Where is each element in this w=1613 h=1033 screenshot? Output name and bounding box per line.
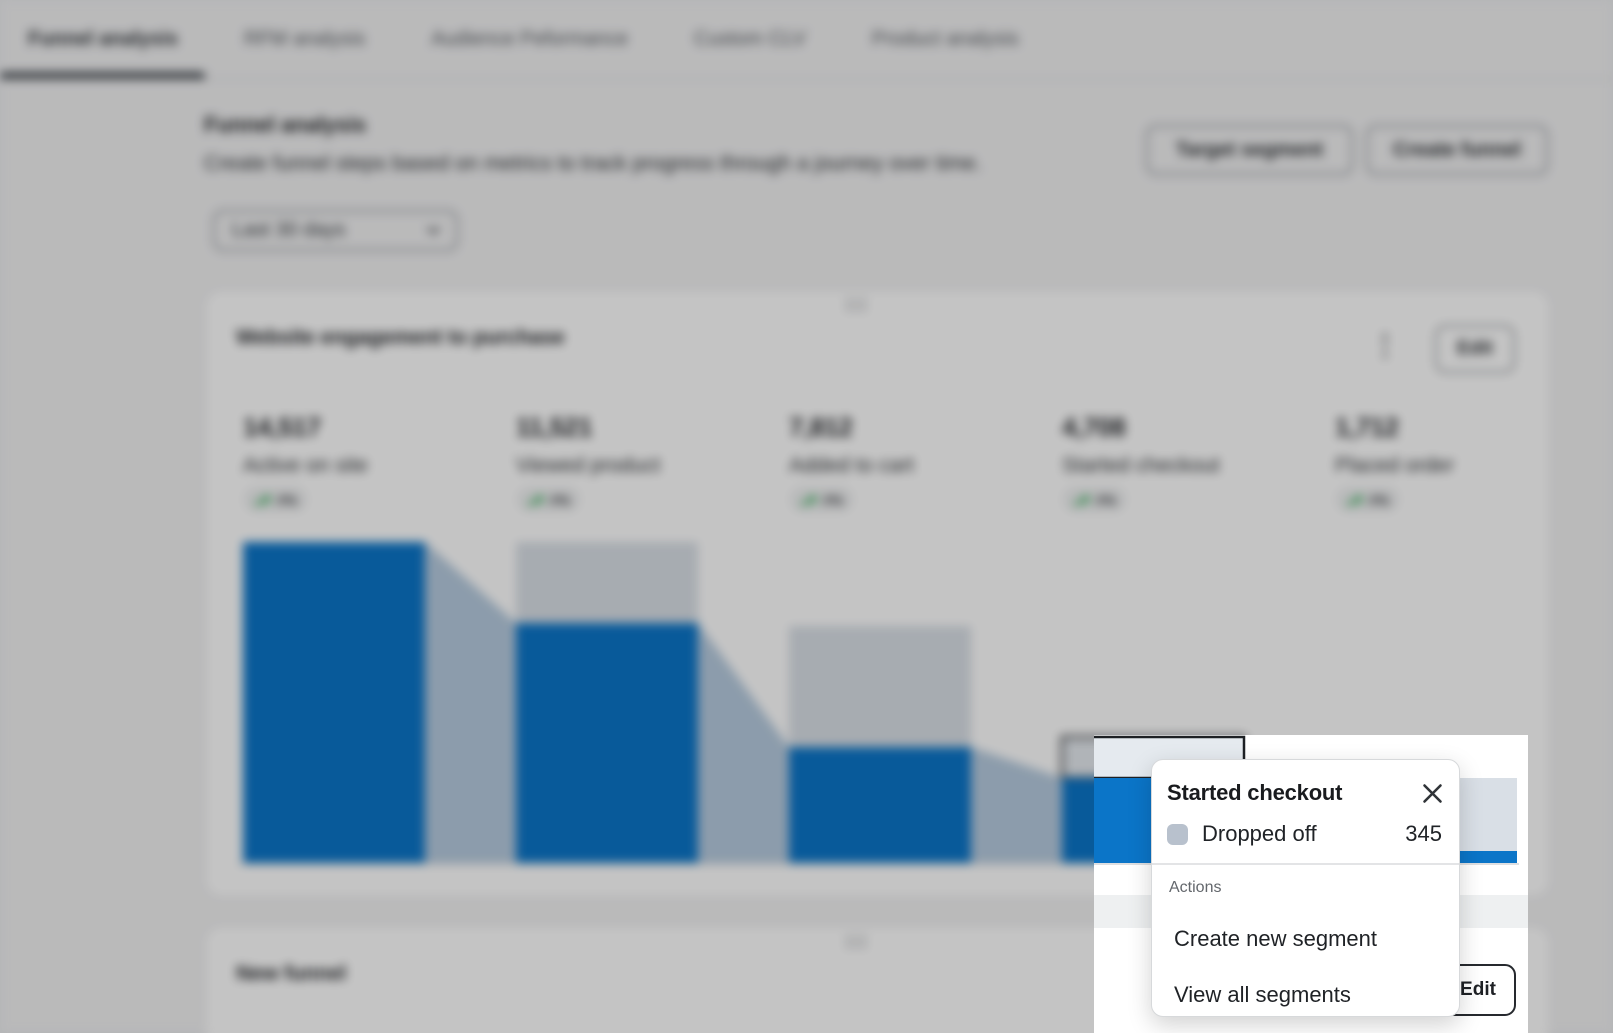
change-badge: #% [1335, 486, 1400, 513]
step-value: 1,712 [1335, 412, 1454, 443]
dropped-off-label: Dropped off [1202, 821, 1317, 847]
funnel-card-title: Website engagement to purchase [236, 326, 565, 350]
dropped-off-swatch [1167, 824, 1188, 845]
page-description: Create funnel steps based on metrics to … [204, 152, 981, 176]
trend-up-icon [527, 493, 544, 507]
kebab-menu-icon[interactable] [1379, 332, 1391, 360]
new-funnel-card-title: New funnel [236, 962, 346, 986]
trend-up-icon [1073, 493, 1090, 507]
tab-bar: Funnel analysis RFM analysis Audience Pe… [0, 0, 1613, 80]
funnel-card-edit-button[interactable]: Edit [1435, 325, 1515, 373]
tab-rfm-analysis[interactable]: RFM analysis [244, 0, 365, 79]
step-value: 11,521 [516, 412, 660, 443]
popover-title: Started checkout [1167, 780, 1342, 806]
target-segment-button[interactable]: Target segment [1146, 125, 1353, 175]
change-badge: #% [789, 486, 854, 513]
dropped-off-value: 345 [1405, 821, 1442, 847]
actions-label: Actions [1169, 879, 1221, 897]
funnel-step-stat-active-on-site: 14,517 Active on site #% [243, 412, 368, 513]
view-all-segments-action[interactable]: View all segments [1174, 982, 1351, 1008]
segment-popover: Started checkout Dropped off 345 Actions… [1151, 759, 1460, 1017]
trend-up-icon [800, 493, 817, 507]
trend-up-icon [254, 493, 271, 507]
trend-up-icon [1346, 493, 1363, 507]
page-title: Funnel analysis [204, 112, 366, 138]
change-badge: #% [516, 486, 581, 513]
drag-handle-icon[interactable] [846, 299, 866, 311]
change-badge: #% [243, 486, 308, 513]
tab-product-analysis[interactable]: Product analysis [872, 0, 1019, 79]
funnel-step-stat-added-to-cart: 7,812 Added to cart #% [789, 412, 914, 513]
drag-handle-icon[interactable] [846, 936, 866, 948]
step-label: Started checkout [1062, 454, 1220, 478]
funnel-step-stat-placed-order: 1,712 Placed order #% [1335, 412, 1454, 513]
app-screen: Funnel analysis RFM analysis Audience Pe… [0, 0, 1613, 1033]
step-label: Viewed product [516, 454, 660, 478]
date-range-value: Last 30 days [232, 219, 345, 242]
tab-funnel-analysis[interactable]: Funnel analysis [28, 0, 178, 79]
step-label: Added to cart [789, 454, 914, 478]
date-range-select[interactable]: Last 30 days [213, 210, 458, 251]
chevron-down-icon [425, 222, 442, 239]
change-badge: #% [1062, 486, 1127, 513]
tab-audience-performance[interactable]: Audience Peformance [431, 0, 628, 79]
create-new-segment-action[interactable]: Create new segment [1174, 926, 1377, 952]
divider [1152, 863, 1459, 865]
close-icon[interactable] [1415, 776, 1449, 810]
funnel-step-stat-started-checkout: 4,708 Started checkout #% [1062, 412, 1220, 513]
step-value: 7,812 [789, 412, 914, 443]
funnel-step-stat-viewed-product: 11,521 Viewed product #% [516, 412, 660, 513]
tab-custom-clv[interactable]: Custom CLV [694, 0, 806, 79]
step-label: Active on site [243, 454, 368, 478]
create-funnel-button[interactable]: Create funnel [1366, 125, 1548, 175]
step-value: 4,708 [1062, 412, 1220, 443]
step-value: 14,517 [243, 412, 368, 443]
step-label: Placed order [1335, 454, 1454, 478]
